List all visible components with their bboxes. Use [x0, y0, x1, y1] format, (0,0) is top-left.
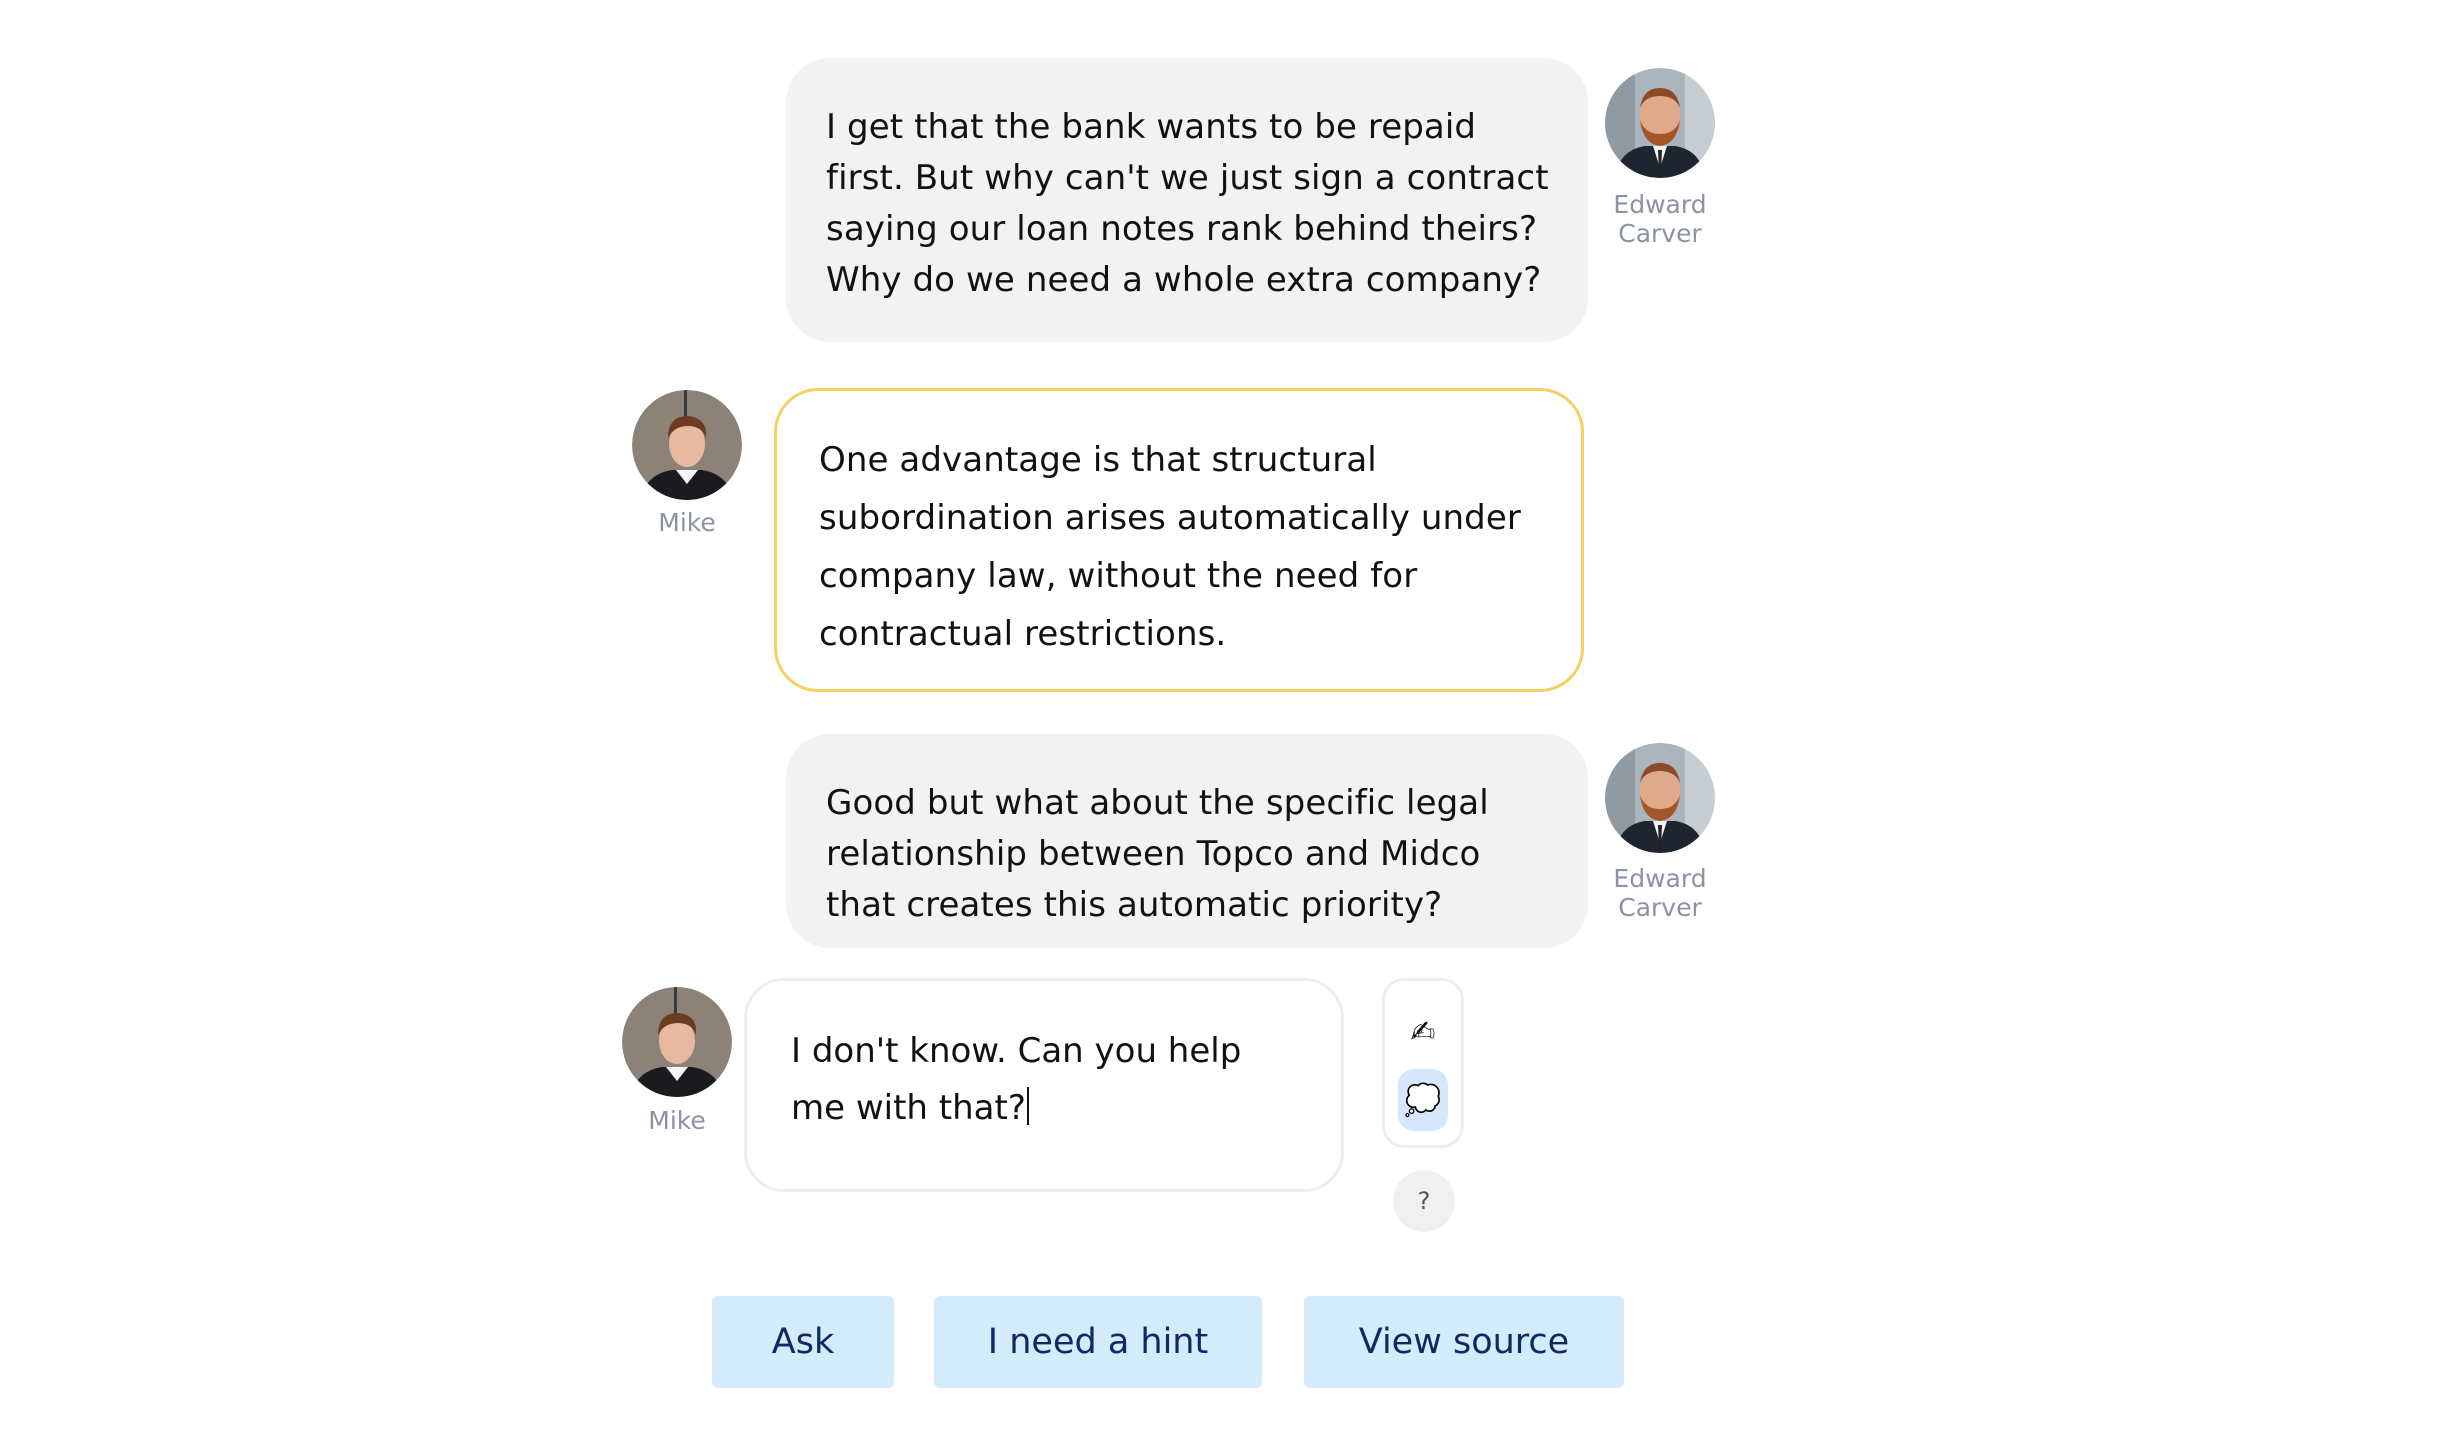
speaker-name-line: Carver	[1618, 219, 1702, 248]
person-avatar-icon	[622, 987, 732, 1097]
message-input-value: I don't know. Can you help me with that?	[791, 1031, 1242, 1128]
speaker-name-edward: Edward Carver	[1570, 864, 1750, 922]
avatar-edward-carver	[1605, 68, 1715, 178]
writing-hand-icon[interactable]: ✍	[1398, 1001, 1448, 1063]
avatar-edward-carver	[1605, 743, 1715, 853]
speaker-name-line: Edward	[1613, 864, 1707, 893]
thought-bubble-icon[interactable]: 💭	[1398, 1069, 1448, 1131]
message-text: Good but what about the specific legal r…	[826, 783, 1489, 925]
message-text: I get that the bank wants to be repaid f…	[826, 107, 1549, 300]
person-avatar-icon	[632, 390, 742, 500]
speaker-name-edward: Edward Carver	[1570, 190, 1750, 248]
message-input[interactable]: I don't know. Can you help me with that?	[744, 978, 1344, 1192]
avatar-mike	[622, 987, 732, 1097]
message-bubble-user-highlighted: One advantage is that structural subordi…	[774, 388, 1584, 692]
person-avatar-icon	[1605, 68, 1715, 178]
speaker-name-line: Edward	[1613, 190, 1707, 219]
person-avatar-icon	[1605, 743, 1715, 853]
hint-button[interactable]: I need a hint	[934, 1296, 1262, 1388]
speaker-name-mike: Mike	[648, 1106, 706, 1135]
speaker-name-mike: Mike	[658, 508, 716, 537]
help-button[interactable]: ?	[1393, 1170, 1455, 1232]
message-text: One advantage is that structural subordi…	[819, 440, 1521, 654]
response-mode-panel: ✍ 💭	[1382, 978, 1464, 1148]
speaker-name-line: Carver	[1618, 893, 1702, 922]
avatar-mike	[632, 390, 742, 500]
text-caret	[1026, 1087, 1029, 1125]
message-bubble-interviewer: I get that the bank wants to be repaid f…	[786, 58, 1588, 342]
ask-button[interactable]: Ask	[712, 1296, 894, 1388]
view-source-button[interactable]: View source	[1304, 1296, 1624, 1388]
message-bubble-interviewer: Good but what about the specific legal r…	[786, 734, 1588, 948]
